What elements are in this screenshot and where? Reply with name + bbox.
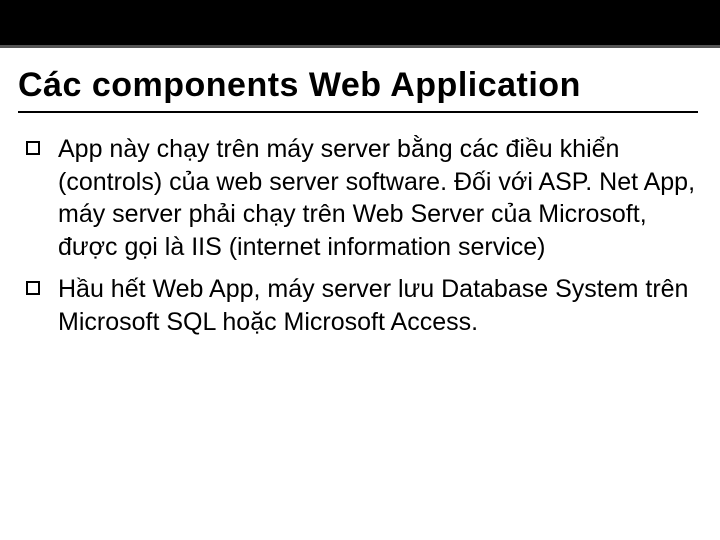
list-item: App này chạy trên máy server bằng các đi…	[26, 133, 698, 263]
bullet-list: App này chạy trên máy server bằng các đi…	[18, 133, 698, 338]
bullet-text: App này chạy trên máy server bằng các đi…	[58, 133, 698, 263]
square-bullet-icon	[26, 141, 40, 155]
square-bullet-icon	[26, 281, 40, 295]
top-black-band	[0, 0, 720, 48]
slide-title: Các components Web Application	[18, 66, 698, 113]
list-item: Hầu hết Web App, máy server lưu Database…	[26, 273, 698, 338]
bullet-text: Hầu hết Web App, máy server lưu Database…	[58, 273, 698, 338]
slide-content: Các components Web Application App này c…	[0, 48, 720, 338]
